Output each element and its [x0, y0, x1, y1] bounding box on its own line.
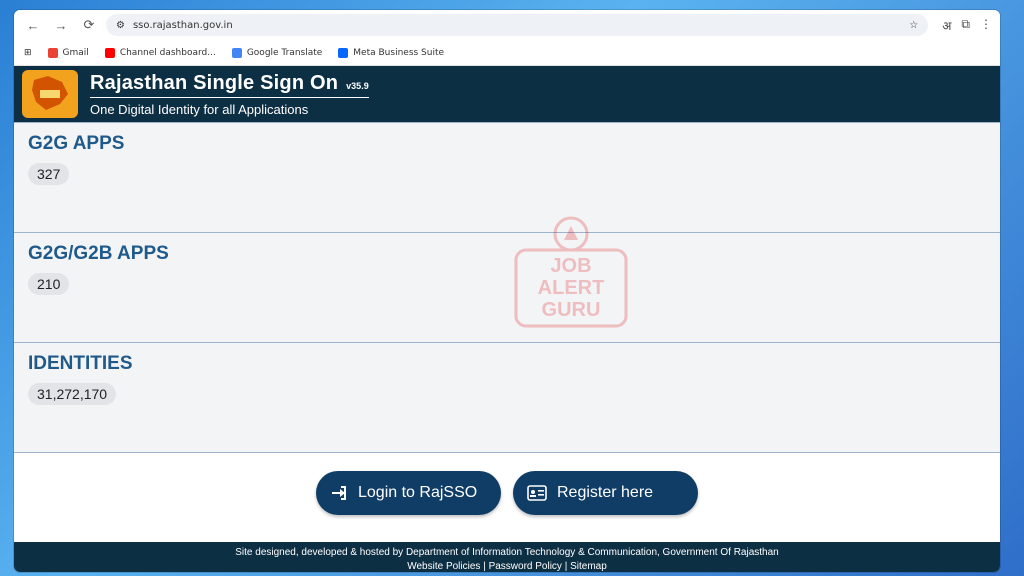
login-button[interactable]: Login to RajSSO: [316, 471, 501, 515]
login-icon: [332, 486, 346, 500]
translate-app-icon: [231, 47, 242, 58]
stat-count: 210: [28, 273, 70, 295]
footer-credit: Site designed, developed & hosted by Dep…: [235, 547, 779, 558]
stat-title: IDENTITIES: [28, 353, 133, 374]
apps-grid-icon[interactable]: ⊞: [24, 48, 32, 58]
stat-count: 31,272,170: [28, 383, 117, 405]
site-header: Rajasthan Single Sign On v35.9 One Digit…: [14, 66, 1000, 122]
stat-title: G2G APPS: [28, 133, 125, 154]
site-info-icon[interactable]: ⚙: [116, 20, 125, 31]
version-label: v35.9: [346, 80, 369, 91]
browser-window: ← → ⟳ ⚙ sso.rajasthan.gov.in ☆ अ ⧉ ⋮ ⊞ G…: [14, 10, 1000, 572]
youtube-icon: [104, 47, 115, 58]
site-title: Rajasthan Single Sign On: [90, 71, 339, 94]
stat-count: 327: [28, 163, 70, 185]
forward-icon[interactable]: →: [50, 14, 72, 36]
site-tagline: One Digital Identity for all Application…: [90, 101, 309, 117]
rajasthan-logo[interactable]: [22, 70, 78, 118]
google-icon: [47, 47, 58, 58]
bookmark-google-translate[interactable]: Google Translate: [231, 47, 322, 58]
meta-icon: [338, 47, 349, 58]
reload-icon[interactable]: ⟳: [78, 14, 100, 36]
stat-identities: IDENTITIES 31,272,170: [14, 342, 1000, 452]
site-footer: Site designed, developed & hosted by Dep…: [14, 542, 1000, 572]
browser-toolbar: ← → ⟳ ⚙ sso.rajasthan.gov.in ☆ अ ⧉ ⋮: [14, 10, 1000, 40]
stat-g2g-apps: G2G APPS 327: [14, 122, 1000, 232]
menu-icon[interactable]: ⋮: [980, 17, 992, 34]
back-icon[interactable]: ←: [22, 14, 44, 36]
bookmark-channel-dashboard[interactable]: Channel dashboard...: [104, 47, 216, 58]
id-card-icon: [527, 485, 547, 501]
extensions-icon[interactable]: ⧉: [961, 17, 970, 34]
stat-g2g-g2b-apps: G2G/G2B APPS 210: [14, 232, 1000, 342]
action-buttons: Login to RajSSO Register here: [14, 453, 1000, 533]
bookmark-gmail[interactable]: Gmail: [47, 47, 89, 58]
stats-section: G2G APPS 327 G2G/G2B APPS 210 IDENTITIES…: [14, 122, 1000, 453]
bookmark-meta-business[interactable]: Meta Business Suite: [338, 47, 444, 58]
bookmarks-bar: ⊞ Gmail Channel dashboard... Google Tran…: [14, 40, 1000, 66]
register-button[interactable]: Register here: [513, 471, 698, 515]
address-bar[interactable]: ⚙ sso.rajasthan.gov.in ☆: [106, 14, 929, 36]
url-text: sso.rajasthan.gov.in: [132, 19, 233, 31]
bookmark-star-icon[interactable]: ☆: [909, 20, 918, 31]
translate-icon[interactable]: अ: [942, 17, 951, 34]
footer-links[interactable]: Website Policies | Password Policy | Sit…: [14, 560, 1000, 572]
stat-title: G2G/G2B APPS: [28, 243, 169, 264]
